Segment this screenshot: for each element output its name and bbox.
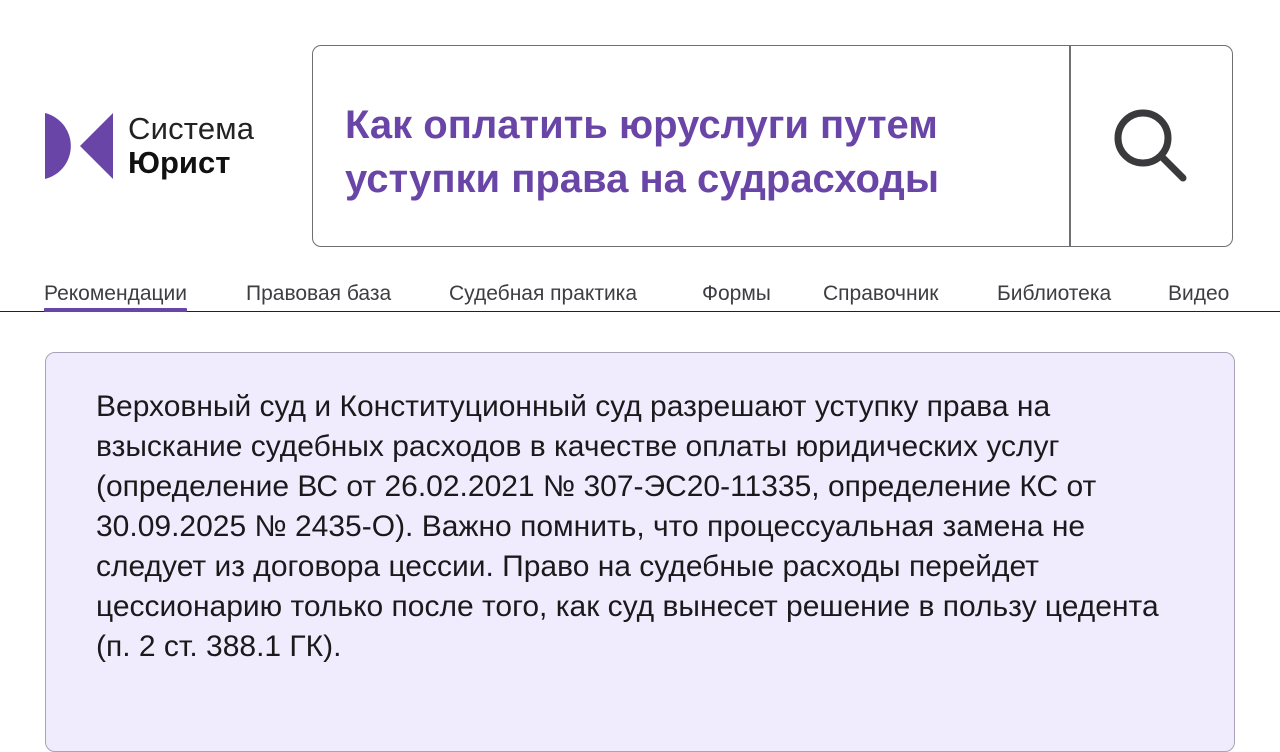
search-icon — [1114, 109, 1187, 182]
search-button[interactable] — [1070, 46, 1232, 246]
tab-forms[interactable]: Формы — [702, 282, 771, 306]
main-nav: Рекомендации Правовая база Судебная прак… — [0, 270, 1280, 312]
search-box[interactable]: Как оплатить юруслуги путем уступки прав… — [312, 45, 1233, 247]
logo[interactable]: Система Юрист — [44, 110, 284, 182]
logo-line2: Юрист — [128, 145, 231, 180]
logo-text: Система Юрист — [128, 112, 254, 180]
logo-line1: Система — [128, 111, 255, 146]
answer-card: Верховный суд и Конституционный суд разр… — [45, 352, 1235, 752]
tab-video[interactable]: Видео — [1168, 282, 1229, 306]
tab-library[interactable]: Библиотека — [997, 282, 1111, 306]
answer-text: Верховный суд и Конституционный суд разр… — [96, 390, 1159, 663]
search-input[interactable]: Как оплатить юруслуги путем уступки прав… — [345, 98, 1045, 206]
tab-legal-base[interactable]: Правовая база — [246, 282, 391, 306]
logo-mark-icon — [45, 113, 113, 179]
tab-recommendations[interactable]: Рекомендации — [44, 282, 188, 312]
tab-reference[interactable]: Справочник — [823, 282, 939, 306]
tab-court-practice[interactable]: Судебная практика — [449, 282, 637, 306]
